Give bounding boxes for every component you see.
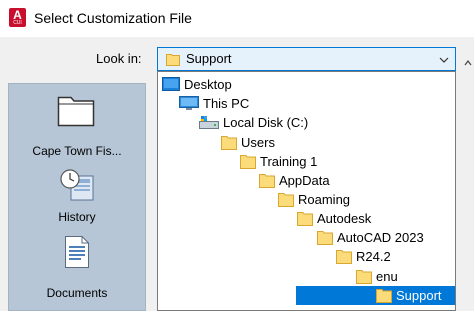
tree-item-training-1[interactable]: Training 1 bbox=[158, 152, 455, 171]
tree-item-roaming[interactable]: Roaming bbox=[158, 190, 455, 209]
computer-icon bbox=[179, 96, 199, 114]
history-icon bbox=[59, 168, 95, 205]
tree-item-label: Support bbox=[396, 288, 442, 303]
look-in-value: Support bbox=[186, 51, 232, 66]
tree-item-label: This PC bbox=[203, 96, 250, 111]
tree-item-label: AppData bbox=[279, 173, 330, 188]
folder-icon bbox=[166, 52, 180, 69]
folder-icon bbox=[57, 93, 95, 130]
place-documents[interactable]: Documents bbox=[9, 234, 145, 304]
folder-icon bbox=[317, 230, 333, 248]
look-in-tree-list: Desktop This PC Local Disk (C:) Users Traini… bbox=[157, 71, 456, 311]
tree-item-support[interactable]: Support bbox=[296, 286, 455, 305]
folder-icon bbox=[278, 192, 294, 210]
look-in-dropdown[interactable]: Support bbox=[157, 47, 456, 71]
desktop-icon bbox=[162, 77, 180, 94]
place-label: Cape Town Fis... bbox=[32, 144, 122, 158]
title-bar: A CUI Select Customization File bbox=[0, 0, 474, 37]
place-cape-town[interactable]: Cape Town Fis... bbox=[9, 90, 145, 168]
tree-item-desktop[interactable]: Desktop bbox=[158, 75, 455, 94]
tree-item-this-pc[interactable]: This PC bbox=[158, 94, 455, 113]
tree-item-label: Users bbox=[241, 135, 275, 150]
tree-item-users[interactable]: Users bbox=[158, 133, 455, 152]
tree-item-label: Autodesk bbox=[317, 211, 372, 226]
folder-icon bbox=[376, 288, 392, 306]
tree-item-label: Roaming bbox=[298, 192, 351, 207]
folder-icon bbox=[221, 135, 237, 153]
side-scroll-strip bbox=[462, 47, 474, 311]
folder-icon bbox=[297, 211, 313, 229]
chevron-down-icon[interactable] bbox=[439, 54, 449, 64]
place-label: History bbox=[58, 210, 96, 224]
place-history[interactable]: History bbox=[9, 168, 145, 228]
tree-item-label: Desktop bbox=[184, 77, 232, 92]
folder-icon bbox=[259, 173, 275, 191]
places-bar: Cape Town Fis... History Documents bbox=[8, 83, 146, 311]
tree-item-label: AutoCAD 2023 bbox=[337, 230, 424, 245]
tree-item-autodesk[interactable]: Autodesk bbox=[158, 209, 455, 228]
tree-item-local-disk-c[interactable]: Local Disk (C:) bbox=[158, 113, 455, 132]
documents-icon bbox=[63, 235, 91, 272]
tree-item-label: Training 1 bbox=[260, 154, 318, 169]
tree-item-label: R24.2 bbox=[356, 249, 391, 264]
folder-icon bbox=[356, 269, 372, 287]
drive-icon bbox=[199, 115, 219, 132]
tree-item-autocad-2023[interactable]: AutoCAD 2023 bbox=[158, 228, 455, 247]
tree-item-appdata[interactable]: AppData bbox=[158, 171, 455, 190]
autocad-app-icon: A CUI bbox=[9, 8, 26, 27]
tree-item-r24-2[interactable]: R24.2 bbox=[158, 247, 455, 266]
place-label: Documents bbox=[46, 286, 108, 300]
window-title: Select Customization File bbox=[34, 10, 192, 26]
folder-icon bbox=[240, 154, 256, 172]
app-icon-caption: CUI bbox=[13, 20, 22, 26]
folder-icon bbox=[336, 249, 352, 267]
chevron-up-icon[interactable] bbox=[464, 56, 472, 66]
tree-item-enu[interactable]: enu bbox=[158, 267, 455, 286]
tree-item-label: Local Disk (C:) bbox=[223, 115, 309, 130]
look-in-label: Look in: bbox=[96, 51, 142, 66]
select-customization-file-dialog: A CUI Select Customization File Look in:… bbox=[0, 0, 474, 311]
tree-item-label: enu bbox=[376, 269, 398, 284]
